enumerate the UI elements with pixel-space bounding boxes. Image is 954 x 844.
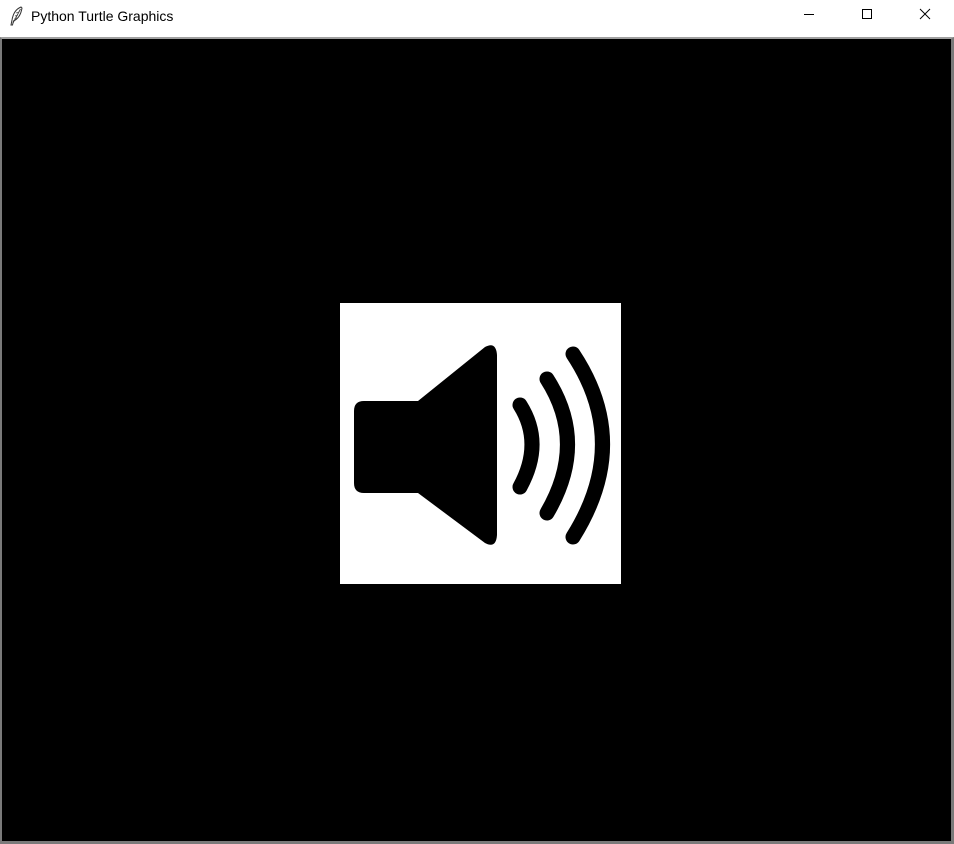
close-button[interactable] <box>896 0 954 32</box>
window-title: Python Turtle Graphics <box>31 8 174 24</box>
feather-icon <box>8 6 26 26</box>
minimize-icon <box>803 7 815 25</box>
turtle-canvas[interactable] <box>0 37 954 844</box>
maximize-icon <box>861 7 873 25</box>
minimize-button[interactable] <box>780 0 838 32</box>
turtle-window: Python Turtle Graphics <box>0 0 954 844</box>
maximize-button[interactable] <box>838 0 896 32</box>
speaker-image <box>340 303 621 584</box>
title-bar[interactable]: Python Turtle Graphics <box>0 0 954 32</box>
close-icon <box>919 7 931 25</box>
